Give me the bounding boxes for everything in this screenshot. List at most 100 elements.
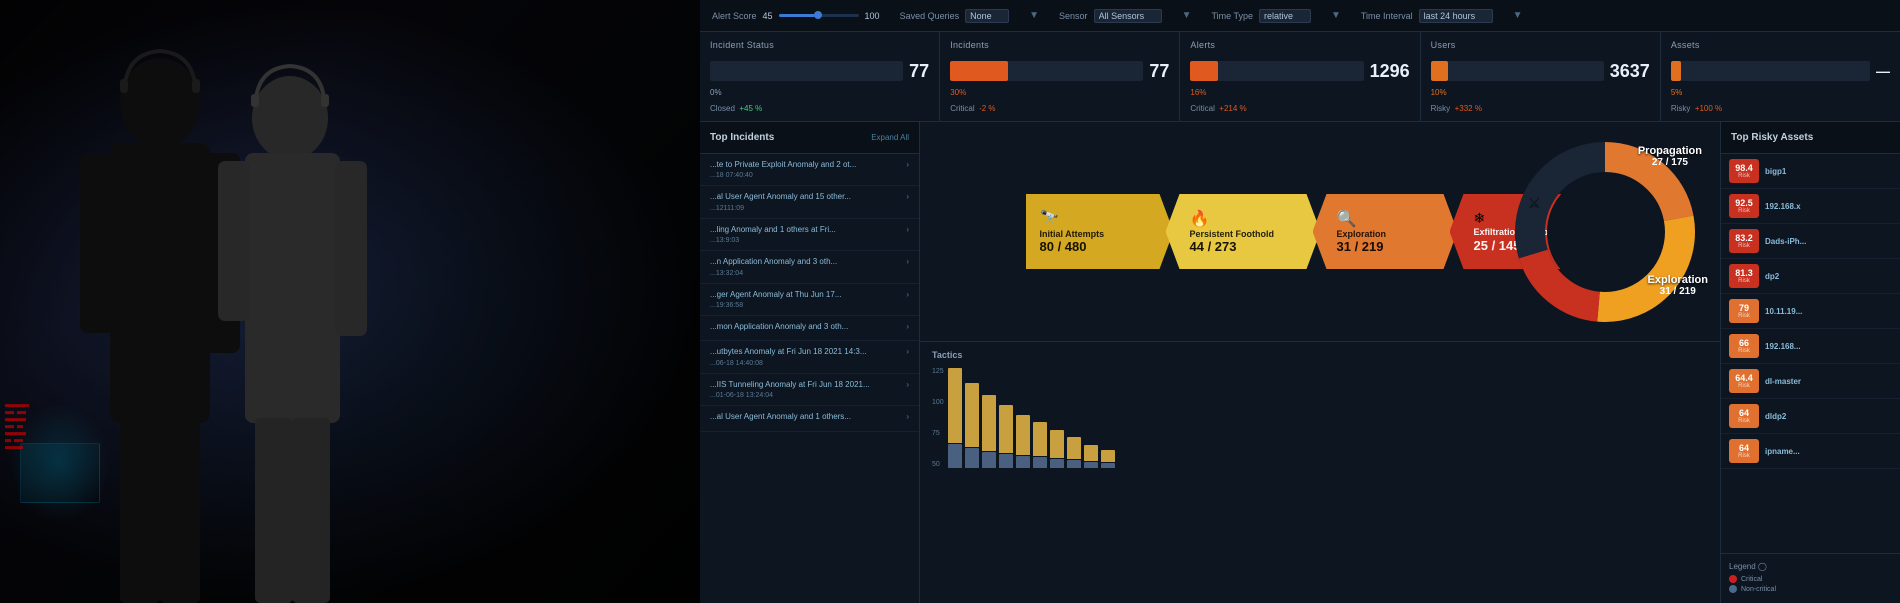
time-interval-label: Time Interval: [1361, 11, 1413, 21]
bar-group: [982, 368, 996, 468]
list-item[interactable]: 64 Risk dldp2: [1721, 399, 1900, 434]
list-item[interactable]: 79 Risk 10.11.19...: [1721, 294, 1900, 329]
stat-number-assets: —: [1876, 63, 1890, 79]
chevron-right-icon: ›: [906, 160, 909, 169]
risky-assets-title: Top Risky Assets: [1731, 132, 1813, 143]
propagation-value-text: 27 / 175: [1638, 157, 1702, 168]
stat-card-incident-status[interactable]: Incident Status 77 0% Closed +45 %: [700, 32, 940, 121]
time-interval-filter: Time Interval last 24 hours: [1361, 9, 1493, 23]
alert-score-filter: Alert Score 45 100: [712, 11, 880, 21]
bar-dark: [965, 448, 979, 468]
list-item[interactable]: 64 Risk ipname...: [1721, 434, 1900, 469]
stat-bar-bg-incident-status: [710, 61, 903, 81]
list-item[interactable]: 64.4 Risk dl-master: [1721, 364, 1900, 399]
bar-group: [1050, 368, 1064, 468]
propagation-icon: ⚔: [1528, 195, 1541, 212]
chain-card-initial-attempts[interactable]: 🔭 Initial Attempts 80 / 480: [1026, 194, 1174, 269]
list-item[interactable]: › ...ger Agent Anomaly at Thu Jun 17... …: [700, 284, 919, 316]
stat-card-alerts[interactable]: Alerts 1296 16% Critical +214 %: [1180, 32, 1420, 121]
saved-queries-filter: Saved Queries None: [900, 9, 1010, 23]
asset-info: 192.168...: [1765, 342, 1892, 351]
initial-attempts-title: Initial Attempts: [1040, 229, 1150, 240]
list-item[interactable]: 92.5 Risk 192.168.x: [1721, 189, 1900, 224]
list-item[interactable]: › ...utbytes Anomaly at Fri Jun 18 2021 …: [700, 341, 919, 373]
stat-title-alerts: Alerts: [1190, 40, 1409, 50]
alert-score-slider[interactable]: [779, 14, 859, 17]
stat-bar-row-incidents: 77: [950, 61, 1169, 82]
bar-dark: [1067, 460, 1081, 468]
stat-bar-bg-alerts: [1190, 61, 1363, 81]
bar-light: [948, 368, 962, 443]
stats-row: Incident Status 77 0% Closed +45 % Incid…: [700, 32, 1900, 122]
stat-bar-row-users: 3637: [1431, 61, 1650, 82]
score-sub: Risk: [1738, 208, 1750, 214]
list-item[interactable]: › ...ling Anomaly and 1 others at Fri...…: [700, 219, 919, 251]
center-panel: 🔭 Initial Attempts 80 / 480 🔥 Persistent…: [920, 122, 1720, 603]
time-type-select[interactable]: relative: [1259, 9, 1311, 23]
bar-light: [999, 405, 1013, 453]
chain-card-persistent-foothold[interactable]: 🔥 Persistent Foothold 44 / 273: [1166, 194, 1321, 269]
list-item[interactable]: › ...n Application Anomaly and 3 oth... …: [700, 251, 919, 283]
asset-info: dp2: [1765, 272, 1892, 281]
asset-info: ipname...: [1765, 447, 1892, 456]
sensor-select[interactable]: All Sensors: [1094, 9, 1162, 23]
asset-info: 192.168.x: [1765, 202, 1892, 211]
asset-name: Dads-iPh...: [1765, 237, 1892, 246]
stat-bar-row-alerts: 1296: [1190, 61, 1409, 82]
tactics-title: Tactics: [932, 350, 1708, 360]
expand-all-button[interactable]: Expand All: [871, 133, 909, 142]
list-item[interactable]: › ...mon Application Anomaly and 3 oth..…: [700, 316, 919, 341]
saved-queries-label: Saved Queries: [900, 11, 960, 21]
incident-name: ...al User Agent Anomaly and 1 others...: [710, 412, 909, 422]
asset-info: dldp2: [1765, 412, 1892, 421]
incident-time: ...13:32:04: [710, 270, 909, 277]
asset-name: dldp2: [1765, 412, 1892, 421]
incidents-panel-header: Top Incidents Expand All: [700, 122, 919, 154]
list-item[interactable]: 98.4 Risk bigp1: [1721, 154, 1900, 189]
score-value: 64: [1739, 444, 1749, 453]
list-item[interactable]: › ...IIS Tunneling Anomaly at Fri Jun 18…: [700, 374, 919, 406]
exploration-icon: 🔍: [1337, 209, 1434, 229]
time-interval-select[interactable]: last 24 hours: [1419, 9, 1493, 23]
figure-right-silhouette: [180, 43, 400, 603]
list-item[interactable]: 66 Risk 192.168...: [1721, 329, 1900, 364]
stat-title-incidents: Incidents: [950, 40, 1169, 50]
legend-title: Legend ◯: [1729, 562, 1892, 571]
chevron-right-icon: ›: [906, 225, 909, 234]
bar-group: [965, 368, 979, 468]
risky-assets-header: Top Risky Assets: [1721, 122, 1900, 154]
initial-attempts-numbers: 80 / 480: [1040, 239, 1150, 254]
exploration-label-text: Exploration: [1647, 274, 1708, 286]
legend-text-non-critical: Non-critical: [1741, 586, 1776, 593]
list-item[interactable]: 81.3 Risk dp2: [1721, 259, 1900, 294]
stat-card-assets[interactable]: Assets — 5% Risky +100 %: [1661, 32, 1900, 121]
list-item[interactable]: › ...al User Agent Anomaly and 15 other.…: [700, 186, 919, 218]
saved-queries-select[interactable]: None: [965, 9, 1009, 23]
legend-dot-non-critical: [1729, 585, 1737, 593]
list-item[interactable]: › ...al User Agent Anomaly and 1 others.…: [700, 406, 919, 431]
stat-card-incidents[interactable]: Incidents 77 30% Critical -2 %: [940, 32, 1180, 121]
asset-score-badge: 81.3 Risk: [1729, 264, 1759, 288]
score-value: 64: [1739, 409, 1749, 418]
sensor-filter: Sensor All Sensors: [1059, 9, 1162, 23]
bar-light: [1067, 437, 1081, 459]
stat-footer-alerts: Critical +214 %: [1190, 104, 1409, 113]
chevron-right-icon: ›: [906, 290, 909, 299]
y-label: 125: [932, 368, 944, 375]
bar-light: [1101, 450, 1115, 462]
incident-time: ...12111:09: [710, 205, 909, 212]
bar-dark: [948, 444, 962, 468]
list-item[interactable]: › ...te to Private Exploit Anomaly and 2…: [700, 154, 919, 186]
stat-card-users[interactable]: Users 3637 10% Risky +332 %: [1421, 32, 1661, 121]
stat-percent-assets: 5%: [1671, 88, 1890, 97]
stat-footer-incidents: Critical -2 %: [950, 104, 1169, 113]
bar-group: [1067, 368, 1081, 468]
stat-bar-bg-users: [1431, 61, 1604, 81]
photo-section: ■■■■■■■■■■■ ■■■■■■■■■■■■■ ■■■■■■■■■■■ ■■…: [0, 0, 700, 603]
score-sub: Risk: [1738, 243, 1750, 249]
persistent-foothold-icon: 🔥: [1190, 209, 1297, 229]
list-item[interactable]: 83.2 Risk Dads-iPh...: [1721, 224, 1900, 259]
stat-title-assets: Assets: [1671, 40, 1890, 50]
chain-card-exploration[interactable]: 🔍 Exploration 31 / 219: [1313, 194, 1458, 269]
stat-footer-assets: Risky +100 %: [1671, 104, 1890, 113]
